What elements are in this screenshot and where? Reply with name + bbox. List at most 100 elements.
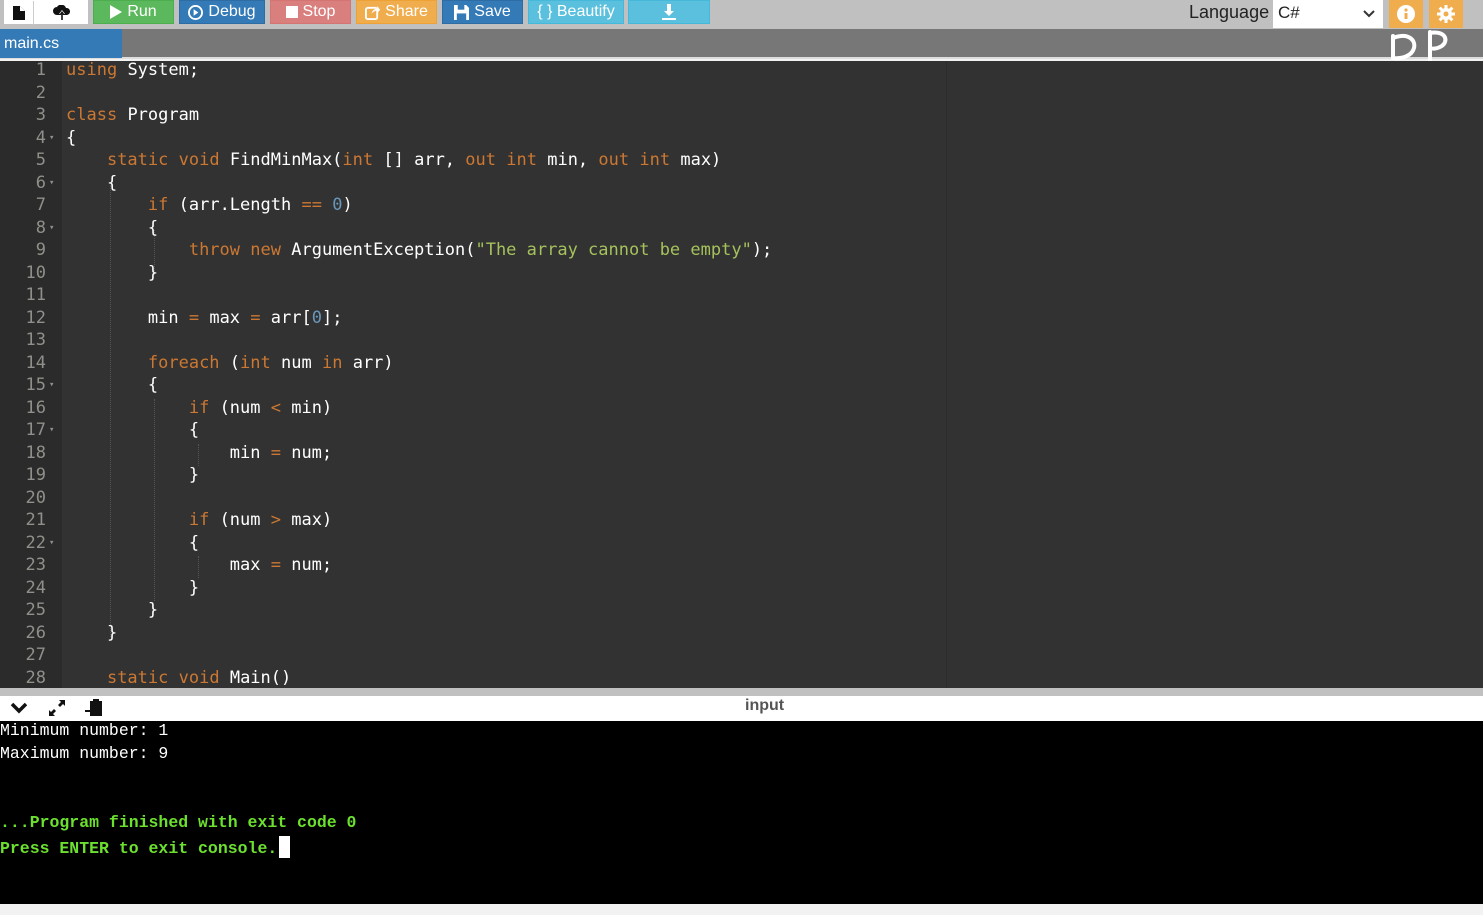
code-text: static void FindMinMax(int [] arr, out i… <box>66 149 721 172</box>
stop-icon <box>285 6 298 18</box>
fold-arrow-icon[interactable]: ▾ <box>49 532 54 555</box>
file-buttons <box>4 0 89 25</box>
line-number: 8 <box>35 217 46 238</box>
share-button[interactable]: Share <box>356 0 437 24</box>
upload-icon <box>52 5 70 20</box>
code-token: arr) <box>352 352 394 373</box>
line-number: 24 <box>25 577 46 598</box>
line-number: 12 <box>25 307 46 328</box>
code-token: { <box>66 375 159 395</box>
code-text: min = num; <box>66 442 332 465</box>
line-number: 7 <box>35 195 46 215</box>
tab-main-cs[interactable]: main.cs <box>0 29 122 58</box>
code-line: 25 } <box>0 599 1483 622</box>
line-number: 14 <box>25 352 46 373</box>
panel-splitter[interactable] <box>0 688 1483 696</box>
beautify-button[interactable]: { } Beautify <box>528 0 624 24</box>
console-header: input <box>0 696 1483 721</box>
code-token: out <box>598 150 630 170</box>
debug-button[interactable]: Debug <box>179 0 265 24</box>
line-number: 18 <box>25 442 46 463</box>
line-number: 19 <box>25 465 46 485</box>
run-button[interactable]: Run <box>93 0 174 24</box>
fold-arrow-icon[interactable]: ▾ <box>49 419 54 442</box>
expand-icon[interactable] <box>48 699 66 717</box>
code-line: 20 <box>0 487 1483 510</box>
code-token: 0 <box>311 307 322 328</box>
code-token: = <box>270 555 281 575</box>
code-line: 15 ▾ { <box>0 374 1483 397</box>
line-number: 21 <box>25 510 46 530</box>
console-output[interactable]: Minimum number: 1 Maximum number: 9 ...Pro… <box>0 721 1483 904</box>
line-number: 26 <box>25 622 46 643</box>
code-token: max) <box>291 510 333 530</box>
code-token: ( <box>229 352 241 373</box>
code-token: ArgumentException( <box>291 240 476 260</box>
code-token: } <box>66 622 118 643</box>
code-token: [] arr, <box>383 150 466 170</box>
code-text: { <box>66 374 158 397</box>
new-file-button[interactable] <box>5 1 33 25</box>
code-text: { <box>66 419 199 442</box>
code-text: } <box>66 622 117 645</box>
code-editor[interactable]: 1 using System; 2 3 class Program 4 ▾{5 static… <box>0 61 1483 688</box>
console-line: ...Program finished with exit code 0 <box>0 813 356 832</box>
line-number: 27 <box>25 645 46 665</box>
share-icon <box>365 5 381 20</box>
line-number: 20 <box>25 487 46 508</box>
code-token: num <box>281 352 322 373</box>
line-number: 16 <box>25 397 46 418</box>
code-token: void <box>178 667 220 688</box>
code-text: } <box>66 262 158 285</box>
code-token: new <box>250 240 281 260</box>
code-token: throw <box>188 240 241 260</box>
code-text: } <box>66 464 199 487</box>
fold-arrow-icon[interactable]: ▾ <box>49 374 54 397</box>
upload-button[interactable] <box>34 1 89 25</box>
language-select[interactable]: C# <box>1273 0 1383 28</box>
line-number: 11 <box>25 285 46 305</box>
code-line: 16 if (num < min) <box>0 397 1483 420</box>
new-file-icon <box>13 6 25 20</box>
console-title: input <box>745 697 785 714</box>
fold-arrow-icon[interactable]: ▾ <box>49 127 54 150</box>
code-line: 8 ▾ { <box>0 217 1483 240</box>
info-button[interactable] <box>1389 0 1423 28</box>
stop-button[interactable]: Stop <box>270 0 351 24</box>
gear-icon <box>1437 5 1455 23</box>
code-text: using System; <box>66 61 199 82</box>
code-token: 0 <box>332 195 343 215</box>
code-line: 13 <box>0 329 1483 352</box>
download-button[interactable] <box>628 0 710 24</box>
language-label: Language <box>1189 2 1270 22</box>
line-number: 25 <box>25 600 46 620</box>
code-token: num; <box>291 442 333 463</box>
code-line: 21 if (num > max) <box>0 509 1483 532</box>
fold-arrow-icon[interactable]: ▾ <box>49 217 54 240</box>
code-token: { <box>66 172 118 193</box>
code-text: static void Main() <box>66 667 291 689</box>
language-value: C# <box>1278 3 1300 22</box>
copy-paste-icon[interactable] <box>84 699 104 717</box>
toolbar: Run Debug Stop Share Save { } Beautify L… <box>0 0 1483 29</box>
debug-label: Debug <box>208 3 256 20</box>
code-text: class Program <box>66 104 199 127</box>
console-text: Maximum number: 9 <box>0 744 169 763</box>
settings-button[interactable] <box>1429 0 1463 28</box>
code-line: 3 class Program <box>0 104 1483 127</box>
save-button[interactable]: Save <box>442 0 523 24</box>
line-number: 9 <box>35 240 46 260</box>
chevron-down-icon[interactable] <box>10 702 28 714</box>
code-line: 10 } <box>0 262 1483 285</box>
code-token: = <box>250 307 261 328</box>
fold-arrow-icon[interactable]: ▾ <box>49 172 54 195</box>
tab-bar: main.cs <box>0 29 1483 59</box>
code-line: 26 } <box>0 622 1483 645</box>
code-token: Program <box>127 105 200 125</box>
